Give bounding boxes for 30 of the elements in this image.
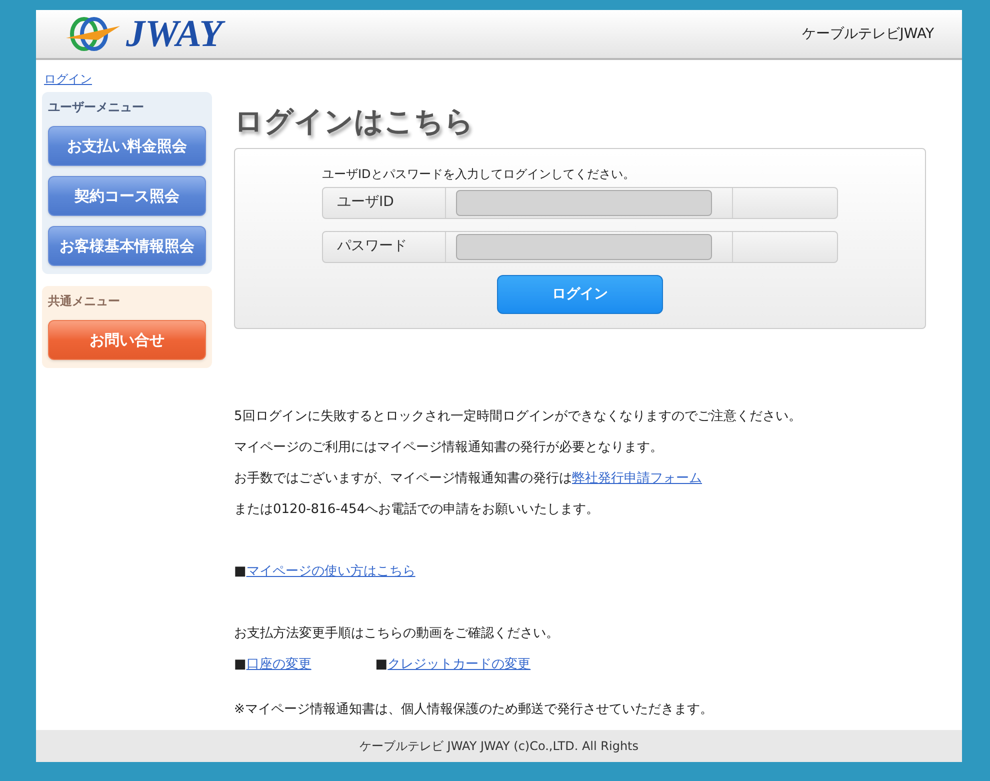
- login-button[interactable]: ログイン: [497, 274, 663, 314]
- notice-text: お手数ではございますが、マイページ情報通知書の発行は弊社発行申請フォーム: [234, 470, 703, 488]
- field-label: パスワード: [323, 232, 446, 262]
- login-instruction: ユーザIDとパスワードを入力してログインしてください。: [322, 166, 636, 182]
- menu-title: ユーザーメニュー: [48, 99, 145, 116]
- notice-text: または0120-816-454へお電話での申請をお願いいたします。: [234, 500, 600, 518]
- bullet-mark: ■: [234, 656, 246, 674]
- menu-title: 共通メニュー: [48, 293, 121, 310]
- swirl-logo-icon: [64, 16, 122, 52]
- notice-text: マイページのご利用にはマイページ情報通知書の発行が必要となります。: [234, 438, 664, 456]
- payment-text: お支払方法変更手順はこちらの動画をご確認ください。: [234, 624, 560, 642]
- footer-text: ケーブルテレビ JWAY JWAY (c)Co.,LTD. All Rights: [359, 738, 639, 755]
- form-link[interactable]: 弊社発行申請フォーム: [572, 470, 702, 486]
- breadcrumb-link[interactable]: ログイン: [44, 72, 92, 86]
- menu-button[interactable]: お問い合せ: [48, 320, 206, 360]
- payment-link[interactable]: クレジットカードの変更: [388, 648, 531, 680]
- note-text: ※マイページ情報通知書は、個人情報保護のため郵送で発行させていただきます。: [234, 700, 714, 718]
- menu-button[interactable]: お客様基本情報照会: [48, 226, 206, 266]
- bullet-mark: ■: [234, 562, 246, 580]
- menu-button[interactable]: 契約コース照会: [48, 176, 206, 216]
- page-title: ログインはこちら: [234, 103, 475, 140]
- menu-button[interactable]: お支払い料金照会: [48, 126, 206, 166]
- field-label: ユーザID: [323, 188, 446, 218]
- input-field[interactable]: [456, 190, 712, 216]
- site-name: ケーブルテレビJWAY: [802, 24, 934, 44]
- payment-link[interactable]: 口座の変更: [246, 648, 312, 680]
- bullet-mark: ■: [375, 656, 388, 674]
- notice-text: 5回ログインに失敗するとロックされ一定時間ログインができなくなりますのでご注意ください。: [234, 408, 802, 426]
- guide-link[interactable]: マイページの使い方はこちら: [246, 556, 416, 586]
- input-field[interactable]: [456, 234, 712, 260]
